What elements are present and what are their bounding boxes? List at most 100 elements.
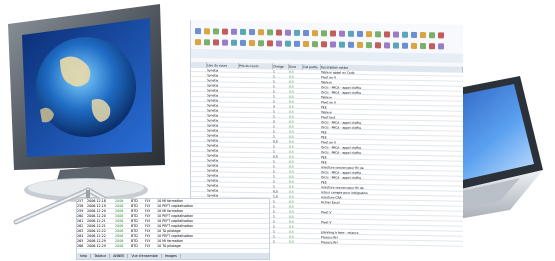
table-cell[interactable]: 0,5 bbox=[289, 185, 303, 189]
table-cell[interactable] bbox=[303, 145, 321, 149]
table-cell[interactable]: 1 bbox=[273, 234, 289, 238]
toolbar-button[interactable] bbox=[321, 29, 327, 36]
table-cell[interactable] bbox=[303, 235, 321, 239]
table-cell[interactable] bbox=[303, 95, 321, 99]
table-cell[interactable]: Synetia bbox=[207, 158, 239, 163]
toolbar-button[interactable] bbox=[348, 41, 354, 48]
table-cell[interactable]: 1 bbox=[273, 229, 289, 233]
table-cell[interactable]: 0,5 bbox=[289, 155, 303, 159]
toolbar-button[interactable] bbox=[240, 39, 246, 46]
table-cell[interactable] bbox=[303, 105, 321, 109]
toolbar-button[interactable] bbox=[339, 30, 345, 37]
table-cell[interactable]: 1 bbox=[273, 164, 289, 168]
toolbar-button[interactable] bbox=[438, 42, 444, 49]
table-cell[interactable]: 1 bbox=[273, 209, 289, 213]
toolbar-button[interactable] bbox=[258, 39, 264, 46]
table-cell[interactable] bbox=[303, 120, 321, 124]
table-cell[interactable]: 0,5 bbox=[289, 95, 303, 99]
table-cell[interactable] bbox=[239, 144, 273, 149]
table-cell[interactable]: 10 TA pilotage bbox=[157, 244, 181, 249]
bottom-spreadsheet[interactable]: help Tableur ANNEE Vue d'ensemble Images 257… bbox=[76, 198, 270, 260]
table-cell[interactable] bbox=[239, 169, 273, 174]
toolbar-button[interactable] bbox=[375, 41, 381, 48]
table-cell[interactable]: 1 bbox=[273, 124, 289, 128]
table-cell[interactable] bbox=[303, 140, 321, 144]
toolbar-button[interactable] bbox=[384, 30, 390, 37]
toolbar-button[interactable] bbox=[429, 42, 435, 49]
sheet-tab[interactable]: Vue d'ensemble bbox=[128, 254, 162, 258]
table-cell[interactable] bbox=[303, 80, 321, 84]
table-cell[interactable] bbox=[303, 170, 321, 174]
table-cell[interactable]: 0,5 bbox=[289, 180, 303, 184]
table-cell[interactable]: Synetia bbox=[207, 148, 239, 153]
toolbar-button[interactable] bbox=[357, 30, 363, 37]
table-cell[interactable] bbox=[303, 220, 321, 224]
toolbar-button[interactable] bbox=[393, 42, 399, 49]
table-cell[interactable]: 0,5 bbox=[289, 175, 303, 179]
table-cell[interactable] bbox=[303, 225, 321, 229]
table-cell[interactable] bbox=[303, 70, 321, 74]
table-cell[interactable] bbox=[303, 190, 321, 194]
table-cell[interactable] bbox=[303, 160, 321, 164]
table-cell[interactable]: Synetia bbox=[207, 173, 239, 178]
table-cell[interactable] bbox=[303, 85, 321, 89]
sheet-tab[interactable]: Tableur bbox=[91, 254, 111, 258]
table-cell[interactable] bbox=[239, 69, 273, 74]
table-cell[interactable]: 1 bbox=[273, 79, 289, 83]
toolbar-button[interactable] bbox=[330, 29, 336, 37]
toolbar-button[interactable] bbox=[438, 31, 444, 38]
table-cell[interactable]: 2 bbox=[273, 119, 289, 123]
table-cell[interactable]: 1 bbox=[273, 179, 289, 183]
table-cell[interactable]: 0,5 bbox=[289, 190, 303, 194]
table-cell[interactable] bbox=[239, 109, 273, 114]
table-cell[interactable]: 2006 bbox=[115, 244, 123, 249]
toolbar-button[interactable] bbox=[393, 31, 399, 38]
toolbar-button[interactable] bbox=[366, 30, 372, 37]
table-cell[interactable] bbox=[239, 164, 273, 169]
table-cell[interactable] bbox=[239, 189, 273, 194]
sheet-tab[interactable]: Images bbox=[161, 254, 181, 258]
table-cell[interactable]: 0,5 bbox=[289, 225, 303, 229]
table-cell[interactable]: 0,5 bbox=[289, 75, 303, 79]
table-cell[interactable]: 0,5 bbox=[289, 195, 303, 199]
table-cell[interactable] bbox=[303, 75, 321, 79]
table-cell[interactable]: 0,5 bbox=[289, 120, 303, 124]
table-cell[interactable] bbox=[303, 215, 321, 219]
table-cell[interactable] bbox=[303, 175, 321, 179]
table-cell[interactable]: Synetia bbox=[207, 108, 239, 113]
table-cell[interactable] bbox=[239, 154, 273, 159]
table-cell[interactable]: 1 bbox=[273, 134, 289, 138]
table-cell[interactable]: 0,5 bbox=[289, 160, 303, 164]
table-cell[interactable] bbox=[303, 100, 321, 104]
table-cell[interactable]: 1 bbox=[273, 184, 289, 188]
toolbar-button[interactable] bbox=[303, 40, 309, 47]
toolbar-button[interactable] bbox=[384, 41, 390, 48]
table-cell[interactable]: 0,5 bbox=[289, 210, 303, 214]
toolbar-button[interactable] bbox=[411, 42, 417, 49]
table-cell[interactable]: 0,5 bbox=[289, 200, 303, 204]
table-cell[interactable]: 0,5 bbox=[273, 189, 289, 193]
toolbar-button[interactable] bbox=[240, 28, 246, 35]
table-cell[interactable]: 1 bbox=[273, 224, 289, 228]
toolbar-button[interactable] bbox=[222, 39, 228, 46]
table-cell[interactable] bbox=[303, 205, 321, 209]
toolbar-button[interactable] bbox=[357, 41, 363, 48]
sheet-tab[interactable]: help bbox=[77, 254, 92, 258]
toolbar-button[interactable] bbox=[258, 28, 264, 35]
table-cell[interactable]: 1 bbox=[273, 84, 289, 88]
table-cell[interactable] bbox=[303, 90, 321, 94]
toolbar-button[interactable] bbox=[330, 40, 336, 48]
table-cell[interactable]: 1 bbox=[273, 94, 289, 98]
toolbar-button[interactable] bbox=[303, 29, 309, 36]
toolbar-button[interactable] bbox=[294, 40, 300, 47]
table-cell[interactable]: BTD bbox=[131, 244, 138, 249]
toolbar-button[interactable] bbox=[213, 38, 219, 46]
table-cell[interactable]: Synetia bbox=[207, 153, 239, 158]
toolbar-button[interactable] bbox=[249, 28, 255, 35]
table-cell[interactable]: Synetia bbox=[207, 133, 239, 138]
table-cell[interactable] bbox=[239, 149, 273, 154]
table-cell[interactable]: 0,5 bbox=[289, 125, 303, 129]
table-cell[interactable]: 1 bbox=[273, 144, 289, 148]
toolbar-button[interactable] bbox=[231, 28, 237, 35]
toolbar-button[interactable] bbox=[312, 29, 318, 36]
